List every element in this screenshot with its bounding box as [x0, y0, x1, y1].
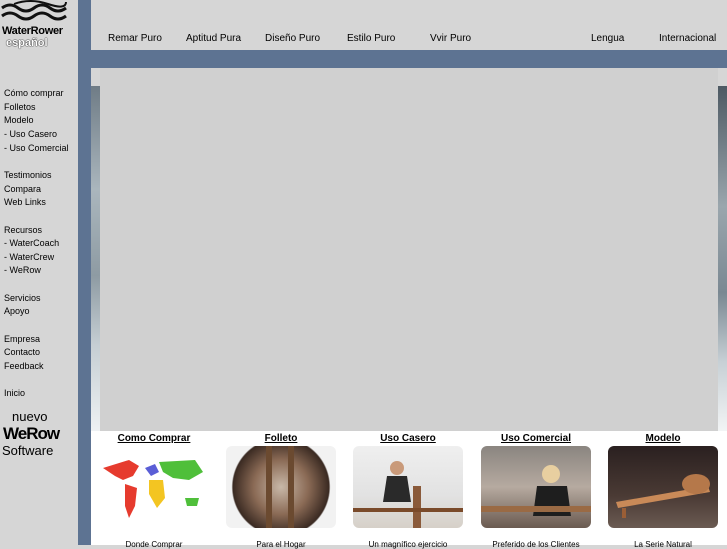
- feature-title-uso-comercial[interactable]: Uso Comercial: [481, 432, 591, 446]
- feature-uso-casero: Uso Casero Un magnífico ejercicio: [353, 432, 463, 549]
- nav-remar-puro[interactable]: Remar Puro: [108, 33, 162, 44]
- sidebar-item-servicios[interactable]: Servicios: [4, 293, 41, 303]
- nav-diseno-puro[interactable]: Diseño Puro: [265, 33, 320, 44]
- sidebar-item-como-comprar[interactable]: Cómo comprar: [4, 88, 64, 98]
- brand-language: español: [6, 37, 48, 49]
- promo-nuevo: nuevo: [12, 409, 48, 424]
- sidebar-item-empresa[interactable]: Empresa: [4, 334, 40, 344]
- feature-folleto: Folleto Para el Hogar: [226, 432, 336, 549]
- nav-aptitud-pura[interactable]: Aptitud Pura: [186, 33, 241, 44]
- world-map-icon[interactable]: [99, 446, 209, 528]
- sidebar-item-testimonios[interactable]: Testimonios: [4, 170, 52, 180]
- promo-software: Software: [2, 443, 54, 458]
- sidebar-item-watercoach[interactable]: - WaterCoach: [4, 238, 59, 248]
- nav-lengua[interactable]: Lengua: [591, 33, 624, 44]
- feature-title-modelo[interactable]: Modelo: [608, 432, 718, 446]
- werow-software-promo[interactable]: nuevo WeRow Software: [0, 405, 64, 461]
- sidebar-item-uso-casero[interactable]: - Uso Casero: [4, 129, 57, 139]
- sidebar-item-watercrew[interactable]: - WaterCrew: [4, 252, 54, 262]
- feature-title-folleto[interactable]: Folleto: [226, 432, 336, 446]
- nav-internacional[interactable]: Internacional: [659, 33, 716, 44]
- werow-logo: WeRow: [3, 424, 60, 443]
- sidebar-item-feedback[interactable]: Feedback: [4, 361, 44, 371]
- sidebar-item-contacto[interactable]: Contacto: [4, 347, 40, 357]
- hero-image-area: [100, 68, 718, 431]
- sidebar-item-uso-comercial[interactable]: - Uso Comercial: [4, 143, 69, 153]
- feature-uso-comercial: Uso Comercial Preferido de los Clientes: [481, 432, 591, 549]
- nav-vvir-puro[interactable]: Vvir Puro: [430, 33, 471, 44]
- hero-photo-edge-right: [718, 86, 727, 431]
- sidebar-item-compara[interactable]: Compara: [4, 184, 41, 194]
- brochure-image[interactable]: [226, 446, 336, 528]
- commercial-use-photo[interactable]: [481, 446, 591, 528]
- sidebar-item-recursos[interactable]: Recursos: [4, 225, 42, 235]
- sidebar: Cómo comprar Folletos Modelo - Uso Caser…: [0, 68, 78, 545]
- model-photo[interactable]: [608, 446, 718, 528]
- sidebar-item-werow[interactable]: - WeRow: [4, 265, 41, 275]
- header-band-left: [0, 50, 78, 68]
- sidebar-item-web-links[interactable]: Web Links: [4, 197, 46, 207]
- top-navigation: Remar Puro Aptitud Pura Diseño Puro Esti…: [91, 0, 727, 50]
- hero-photo-edge-left: [91, 86, 100, 431]
- feature-modelo: Modelo La Serie Natural: [608, 432, 718, 549]
- sidebar-item-folletos[interactable]: Folletos: [4, 102, 36, 112]
- header-band: [91, 50, 727, 68]
- vertical-divider: [78, 0, 91, 545]
- feature-como-comprar: Como Comprar Donde Comprar: [99, 432, 209, 549]
- feature-title-como-comprar[interactable]: Como Comprar: [99, 432, 209, 446]
- feature-title-uso-casero[interactable]: Uso Casero: [353, 432, 463, 446]
- brand-name: WaterRower: [2, 25, 63, 37]
- nav-estilo-puro[interactable]: Estilo Puro: [347, 33, 395, 44]
- sidebar-item-inicio[interactable]: Inicio: [4, 388, 25, 398]
- sidebar-item-modelo[interactable]: Modelo: [4, 115, 34, 125]
- home-use-photo[interactable]: [353, 446, 463, 528]
- waterrower-logo[interactable]: WaterRower español: [0, 0, 78, 52]
- sidebar-item-apoyo[interactable]: Apoyo: [4, 306, 30, 316]
